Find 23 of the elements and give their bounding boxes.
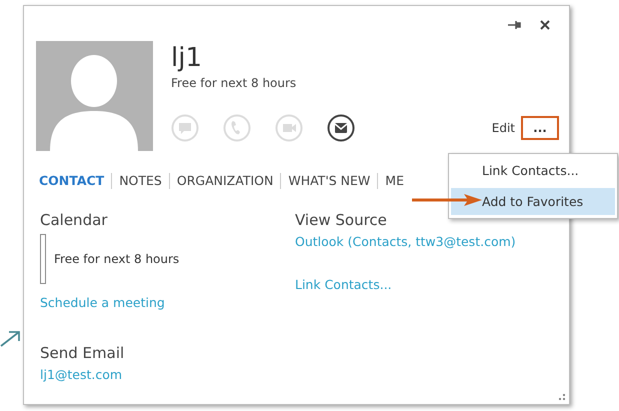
presence-status: Free for next 8 hours <box>171 76 298 90</box>
avatar-silhouette-icon <box>36 41 153 151</box>
section-heading: Send Email <box>40 344 124 362</box>
tab[interactable]: NOTES <box>111 173 169 189</box>
arrow-icon <box>0 328 22 348</box>
calendar-status: Free for next 8 hours <box>54 252 180 266</box>
arrow-icon <box>412 193 484 207</box>
tab[interactable]: CONTACT <box>39 173 112 189</box>
pin-icon[interactable] <box>507 19 521 31</box>
free-busy-bar <box>40 234 46 284</box>
menu-item[interactable]: Link Contacts... <box>449 157 617 184</box>
contact-name: lj1 <box>171 43 203 73</box>
section-heading: View Source <box>295 211 387 229</box>
tab[interactable]: WHAT'S NEW <box>280 173 378 189</box>
tab[interactable]: ME <box>377 173 411 189</box>
menu-item[interactable]: Add to Favorites <box>451 188 615 215</box>
mail-icon[interactable] <box>327 114 355 142</box>
edit-link[interactable]: Edit <box>492 121 515 135</box>
tab[interactable]: ORGANIZATION <box>168 173 280 189</box>
section-heading: Calendar <box>40 211 108 229</box>
close-icon[interactable] <box>539 19 551 31</box>
resize-grip-icon[interactable] <box>558 393 566 401</box>
more-button[interactable]: ... <box>521 116 559 140</box>
